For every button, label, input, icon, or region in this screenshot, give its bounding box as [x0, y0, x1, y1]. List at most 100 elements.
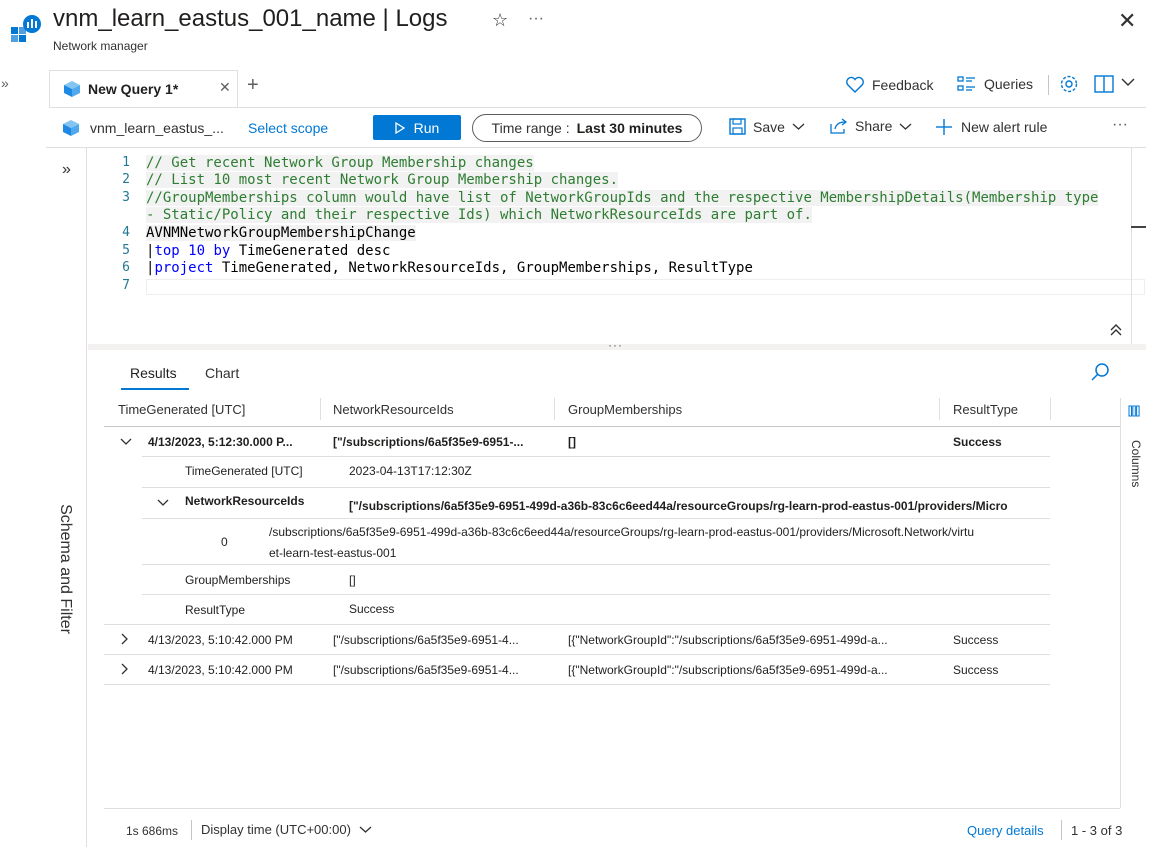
cell-groups[interactable]: [] — [568, 435, 576, 449]
save-icon — [729, 118, 746, 135]
row-divider — [142, 518, 1050, 519]
code-line-wrap[interactable]: - Static/Policy and their respective Ids… — [146, 207, 812, 223]
cell-ids[interactable]: ["/subscriptions/6a5f35e9-6951-4... — [333, 633, 519, 647]
queries-button[interactable]: Queries — [957, 76, 1033, 92]
line-number: 2 — [122, 172, 130, 187]
save-button[interactable]: Save — [729, 118, 805, 135]
detail-label-result: ResultType — [185, 603, 246, 617]
toolbar-divider — [1048, 75, 1049, 95]
column-header-ids[interactable]: NetworkResourceIds — [333, 402, 454, 417]
array-item-path-line1[interactable]: /subscriptions/6a5f35e9-6951-499d-a36b-8… — [269, 525, 1050, 539]
page-subtitle: Network manager — [53, 39, 148, 53]
detail-value-ids[interactable]: ["/subscriptions/6a5f35e9-6951-499d-a36b… — [349, 499, 1050, 513]
tab-chart[interactable]: Chart — [205, 365, 239, 381]
display-time-dropdown[interactable]: Display time (UTC+00:00) — [201, 822, 372, 837]
cell-result[interactable]: Success — [953, 435, 1002, 449]
chevron-down-icon — [792, 123, 805, 130]
cell-result[interactable]: Success — [953, 633, 998, 647]
favorite-star-icon[interactable]: ☆ — [492, 10, 508, 31]
current-line-highlight — [146, 279, 1145, 295]
time-range-value: Last 30 minutes — [576, 120, 683, 136]
expand-chevron-icon[interactable]: » — [1, 75, 9, 91]
result-count: 1 - 3 of 3 — [1071, 823, 1123, 838]
cell-ids[interactable]: ["/subscriptions/6a5f35e9-6951-... — [333, 435, 523, 449]
column-header-groups[interactable]: GroupMemberships — [568, 402, 682, 417]
collapse-detail-chevron-icon[interactable] — [157, 495, 169, 510]
expand-row-chevron-icon[interactable] — [121, 663, 129, 678]
add-tab-icon[interactable]: + — [247, 74, 259, 97]
line-number: 7 — [122, 278, 130, 293]
row-divider — [142, 564, 1050, 565]
array-index: 0 — [221, 535, 228, 549]
schema-filter-panel[interactable] — [46, 148, 87, 847]
tab-label: New Query 1* — [88, 81, 179, 97]
code-line[interactable]: // List 10 most recent Network Group Mem… — [146, 172, 619, 188]
gear-icon[interactable] — [1059, 74, 1079, 97]
cell-time[interactable]: 4/13/2023, 5:12:30.000 P... — [148, 435, 293, 449]
time-range-picker[interactable]: Time range : Last 30 minutes — [472, 114, 702, 142]
select-scope-link[interactable]: Select scope — [248, 120, 328, 136]
display-time-label: Display time (UTC+00:00) — [201, 822, 351, 837]
column-header-time[interactable]: TimeGenerated [UTC] — [118, 402, 245, 417]
code-line[interactable]: //GroupMemberships column would have lis… — [146, 190, 1099, 206]
query-duration: 1s 686ms — [126, 824, 179, 838]
detail-value-time[interactable]: 2023-04-13T17:12:30Z — [349, 464, 472, 478]
columns-icon[interactable] — [1128, 405, 1140, 420]
cell-groups[interactable]: [{"NetworkGroupId":"/subscriptions/6a5f3… — [568, 633, 888, 647]
cell-ids[interactable]: ["/subscriptions/6a5f35e9-6951-4... — [333, 663, 519, 677]
chevron-down-icon[interactable] — [1121, 76, 1135, 90]
share-icon — [830, 118, 848, 134]
tab-close-icon[interactable]: ✕ — [219, 79, 231, 96]
feedback-button[interactable]: Feedback — [845, 76, 933, 94]
column-divider[interactable] — [320, 398, 321, 420]
more-options-icon[interactable]: ··· — [528, 10, 544, 28]
chevron-down-icon — [899, 123, 912, 130]
collapse-row-chevron-icon[interactable] — [120, 434, 132, 449]
page-title: vnm_learn_eastus_001_name | Logs — [53, 5, 448, 32]
schema-filter-label[interactable]: Schema and Filter — [56, 499, 74, 639]
expand-panel-icon[interactable]: » — [62, 161, 71, 179]
active-tab-indicator — [121, 388, 189, 390]
code-keyword: project — [154, 260, 214, 276]
more-options-icon[interactable]: ··· — [1112, 116, 1128, 134]
columns-label[interactable]: Columns — [1129, 440, 1143, 487]
line-number: 6 — [122, 260, 130, 275]
book-icon[interactable] — [1094, 75, 1114, 96]
code-text: TimeGenerated, NetworkResourceIds, Group… — [213, 260, 753, 276]
cell-time[interactable]: 4/13/2023, 5:10:42.000 PM — [148, 663, 293, 677]
array-item-path-line2[interactable]: et-learn-test-eastus-001 — [269, 546, 396, 560]
code-keyword: top 10 by — [154, 243, 231, 259]
row-divider — [104, 624, 1050, 625]
code-line[interactable]: // Get recent Network Group Membership c… — [146, 155, 534, 171]
detail-label-time: TimeGenerated [UTC] — [185, 464, 303, 478]
plus-icon — [936, 119, 952, 135]
detail-value-result[interactable]: Success — [349, 602, 394, 616]
column-header-result[interactable]: ResultType — [953, 402, 1018, 417]
search-icon[interactable] — [1090, 362, 1110, 385]
share-button[interactable]: Share — [829, 118, 912, 134]
new-alert-rule-button[interactable]: New alert rule — [935, 118, 1047, 136]
row-divider — [142, 456, 1050, 457]
cell-groups[interactable]: [{"NetworkGroupId":"/subscriptions/6a5f3… — [568, 663, 888, 677]
cell-time[interactable]: 4/13/2023, 5:10:42.000 PM — [148, 633, 293, 647]
run-button[interactable]: Run — [373, 115, 461, 140]
column-divider[interactable] — [554, 398, 555, 420]
code-line[interactable]: |project TimeGenerated, NetworkResourceI… — [146, 260, 753, 276]
expand-row-chevron-icon[interactable] — [121, 633, 129, 648]
column-divider[interactable] — [1050, 398, 1051, 420]
close-icon[interactable]: ✕ — [1118, 8, 1136, 34]
heart-icon — [846, 76, 864, 93]
detail-value-groups[interactable]: [] — [349, 573, 356, 587]
tab-results[interactable]: Results — [130, 365, 177, 381]
query-details-link[interactable]: Query details — [967, 823, 1044, 838]
cell-result[interactable]: Success — [953, 663, 998, 677]
footer-divider — [104, 808, 1120, 809]
code-line[interactable]: |top 10 by TimeGenerated desc — [146, 243, 390, 259]
editor-scrollbar[interactable] — [1131, 148, 1132, 344]
play-icon — [395, 121, 405, 134]
line-number: 1 — [122, 155, 130, 170]
splitter-handle-icon[interactable]: ··· — [608, 338, 623, 352]
column-divider[interactable] — [939, 398, 940, 420]
collapse-up-icon[interactable] — [1109, 323, 1123, 340]
code-line[interactable]: AVNMNetworkGroupMembershipChange — [146, 225, 416, 241]
